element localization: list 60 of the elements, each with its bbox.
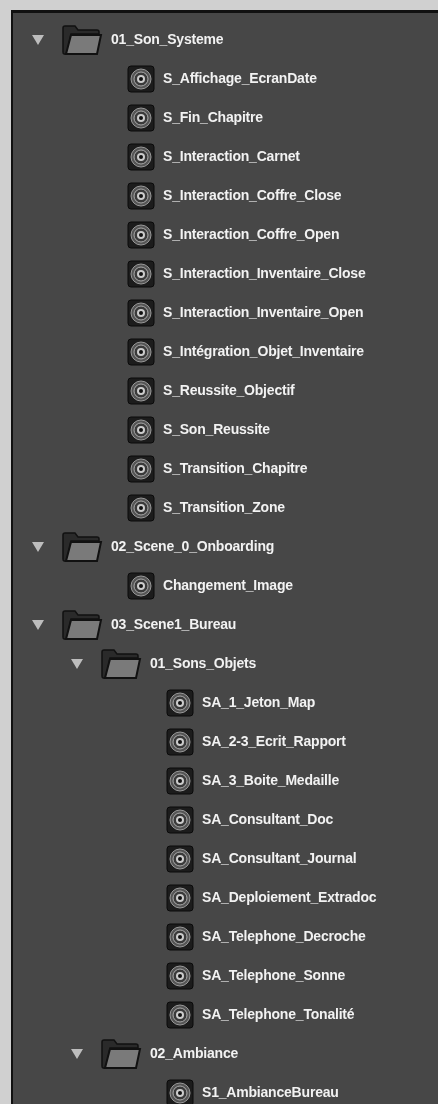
folder-label[interactable]: 01_Sons_Objets: [150, 653, 257, 674]
sound-event-icon: [166, 844, 194, 873]
sound-event-icon: [127, 220, 155, 249]
event-label[interactable]: S_Transition_Chapitre: [163, 458, 308, 479]
event-label[interactable]: S_Interaction_Inventaire_Close: [163, 263, 366, 284]
event-label[interactable]: S_Affichage_EcranDate: [163, 68, 317, 89]
event-label[interactable]: S_Transition_Zone: [163, 497, 285, 518]
sound-event-icon: [166, 805, 194, 834]
sound-event-icon: [166, 883, 194, 912]
sound-event-icon: [127, 376, 155, 405]
folder-icon: [100, 1037, 142, 1070]
expanded-arrow-icon[interactable]: [31, 618, 45, 631]
event-label[interactable]: SA_Deploiement_Extradoc: [202, 887, 377, 908]
expanded-arrow-icon[interactable]: [31, 33, 45, 46]
sound-event-icon: [166, 727, 194, 756]
sound-event-icon: [127, 298, 155, 327]
sound-event-icon: [127, 181, 155, 210]
event-label[interactable]: SA_Consultant_Doc: [202, 809, 334, 830]
sound-event-icon: [127, 415, 155, 444]
sound-event-icon: [127, 259, 155, 288]
event-label[interactable]: SA_Consultant_Journal: [202, 848, 357, 869]
folder-label[interactable]: 02_Scene_0_Onboarding: [111, 536, 275, 557]
event-label[interactable]: S_Son_Reussite: [163, 419, 270, 440]
folder-icon: [61, 530, 103, 563]
event-label[interactable]: S_Fin_Chapitre: [163, 107, 263, 128]
sound-event-icon: [127, 571, 155, 600]
sound-event-icon: [166, 961, 194, 990]
folder-icon: [100, 647, 142, 680]
sound-event-icon: [166, 766, 194, 795]
event-label[interactable]: S_Reussite_Objectif: [163, 380, 295, 401]
event-label[interactable]: Changement_Image: [163, 575, 293, 596]
sound-event-icon: [127, 64, 155, 93]
event-label[interactable]: SA_1_Jeton_Map: [202, 692, 316, 713]
sound-event-icon: [127, 493, 155, 522]
folder-label[interactable]: 01_Son_Systeme: [111, 29, 224, 50]
expanded-arrow-icon[interactable]: [70, 657, 84, 670]
sound-event-icon: [127, 142, 155, 171]
event-label[interactable]: SA_2-3_Ecrit_Rapport: [202, 731, 346, 752]
event-label[interactable]: SA_Telephone_Decroche: [202, 926, 366, 947]
event-label[interactable]: S1_AmbianceBureau: [202, 1082, 339, 1103]
event-label[interactable]: SA_3_Boite_Medaille: [202, 770, 340, 791]
folder-label[interactable]: 02_Ambiance: [150, 1043, 239, 1064]
event-label[interactable]: S_Interaction_Carnet: [163, 146, 300, 167]
folder-icon: [61, 23, 103, 56]
folder-label[interactable]: 03_Scene1_Bureau: [111, 614, 237, 635]
sound-event-icon: [127, 337, 155, 366]
expanded-arrow-icon[interactable]: [70, 1047, 84, 1060]
event-label[interactable]: S_Intégration_Objet_Inventaire: [163, 341, 364, 362]
sound-event-icon: [166, 922, 194, 951]
event-label[interactable]: S_Interaction_Inventaire_Open: [163, 302, 364, 323]
event-label[interactable]: SA_Telephone_Tonalité: [202, 1004, 355, 1025]
event-label[interactable]: S_Interaction_Coffre_Open: [163, 224, 340, 245]
event-label[interactable]: S_Interaction_Coffre_Close: [163, 185, 342, 206]
sound-event-icon: [127, 454, 155, 483]
sound-event-icon: [127, 103, 155, 132]
sound-event-icon: [166, 688, 194, 717]
sound-event-icon: [166, 1000, 194, 1029]
folder-icon: [61, 608, 103, 641]
event-label[interactable]: SA_Telephone_Sonne: [202, 965, 346, 986]
expanded-arrow-icon[interactable]: [31, 540, 45, 553]
